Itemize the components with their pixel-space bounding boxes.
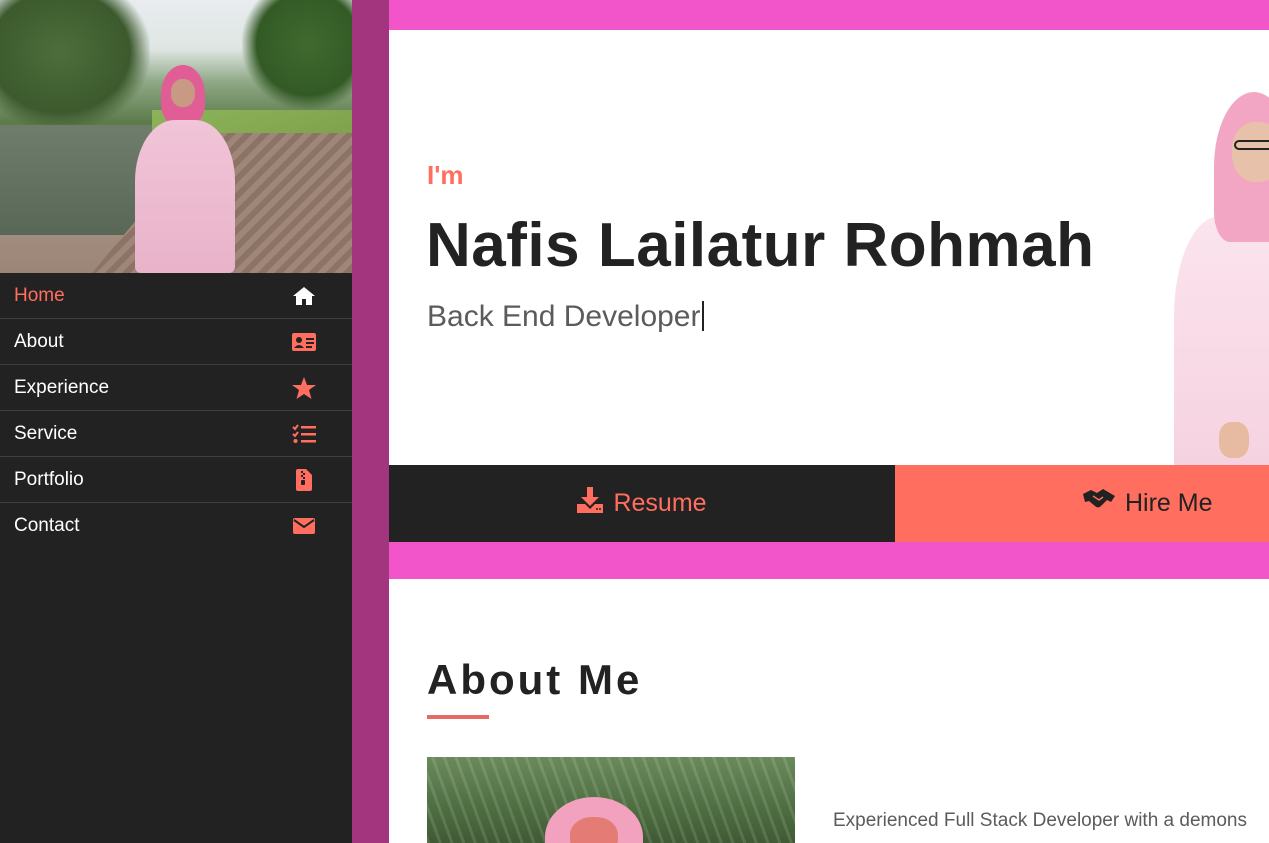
home-icon — [292, 285, 316, 307]
sidebar-item-contact[interactable]: Contact — [0, 503, 352, 549]
sidebar-item-label: About — [14, 330, 64, 352]
sidebar-item-service[interactable]: Service — [0, 411, 352, 457]
sidebar-item-portfolio[interactable]: Portfolio — [0, 457, 352, 503]
resume-button-label: Resume — [613, 489, 707, 517]
top-pink-band — [389, 0, 1269, 30]
hero-actions: Resume Hire Me — [389, 465, 1269, 542]
hero-name: Nafis Lailatur Rohmah — [426, 211, 1095, 280]
hero-role: Back End Developer — [427, 300, 704, 334]
hero-role-text: Back End Developer — [427, 300, 701, 333]
resume-button[interactable]: Resume — [389, 465, 895, 542]
about-photo — [427, 757, 795, 843]
sidebar-nav: Home About Experience Service Portfolio — [0, 273, 352, 549]
envelope-icon — [292, 515, 316, 537]
hero-portrait — [1174, 92, 1269, 465]
sidebar-item-experience[interactable]: Experience — [0, 365, 352, 411]
star-icon — [292, 376, 316, 399]
typing-cursor — [701, 301, 704, 331]
profile-photo — [0, 0, 352, 273]
about-description: Experienced Full Stack Developer with a … — [833, 810, 1247, 831]
sidebar-item-label: Home — [14, 284, 65, 306]
file-zip-icon — [292, 468, 316, 491]
sidebar-item-label: Contact — [14, 515, 80, 536]
hero-intro: I'm — [427, 160, 464, 190]
sidebar: Home About Experience Service Portfolio — [0, 0, 352, 843]
download-icon — [577, 487, 604, 520]
sidebar-item-home[interactable]: Home — [0, 273, 352, 319]
hire-me-button[interactable]: Hire Me — [895, 465, 1269, 542]
main-content: I'm Nafis Lailatur Rohmah Back End Devel… — [389, 0, 1269, 843]
handshake-icon — [1083, 488, 1115, 519]
hire-me-button-label: Hire Me — [1125, 489, 1213, 517]
hero-section: I'm Nafis Lailatur Rohmah Back End Devel… — [389, 30, 1269, 465]
sidebar-item-label: Experience — [14, 376, 110, 398]
sidebar-item-label: Service — [14, 422, 78, 444]
sidebar-item-label: Portfolio — [14, 468, 84, 490]
id-card-icon — [292, 331, 316, 353]
middle-pink-band — [389, 542, 1269, 579]
about-title-underline — [427, 715, 489, 719]
checklist-icon — [292, 423, 316, 445]
about-title: About Me — [427, 656, 643, 703]
sidebar-item-about[interactable]: About — [0, 319, 352, 365]
